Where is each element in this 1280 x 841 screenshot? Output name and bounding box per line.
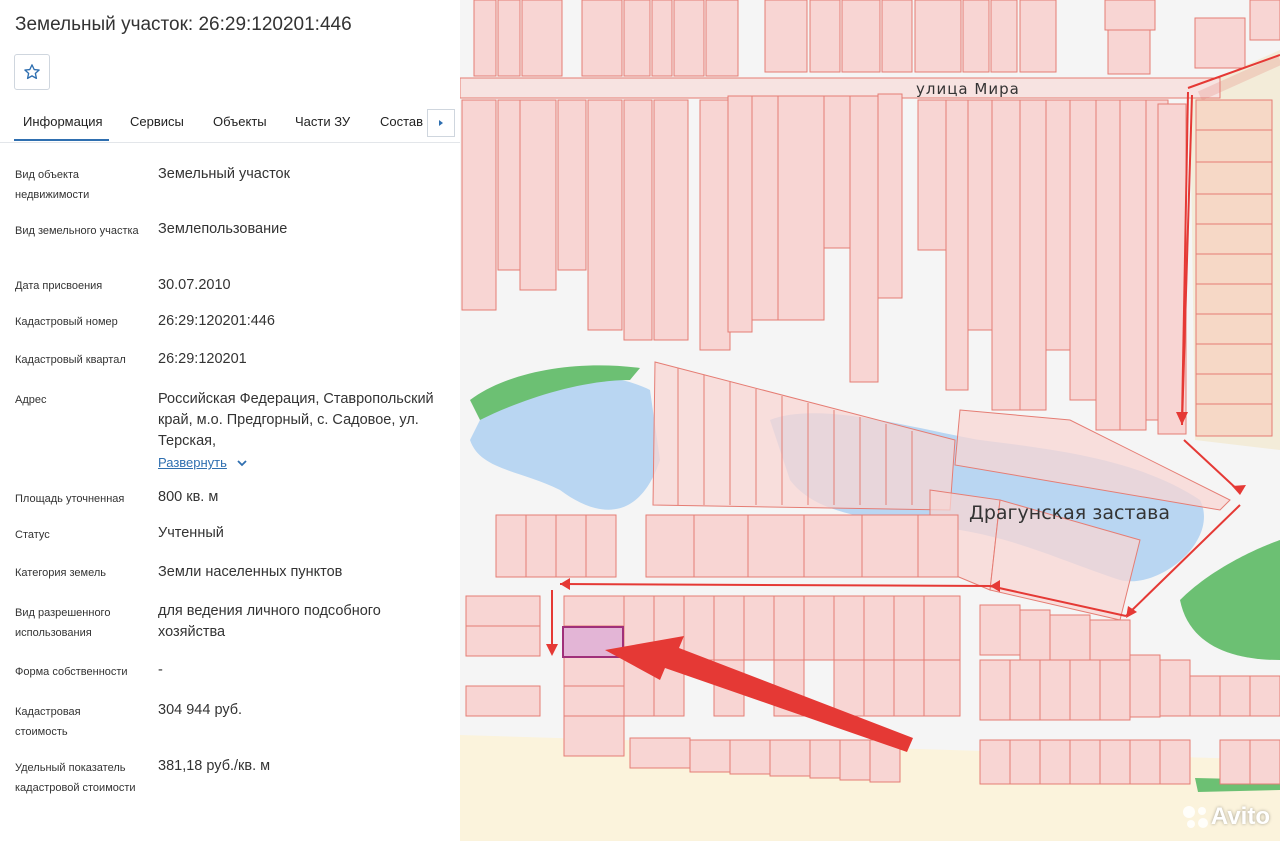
area-label: Драгунская застава — [969, 502, 1170, 524]
tab-composition[interactable]: Состав — [380, 114, 423, 129]
tab-bar: Информация Сервисы Объекты Части ЗУ Сост… — [0, 104, 460, 143]
chevron-right-icon — [439, 120, 443, 126]
ownership-form-label: Форма собственности — [15, 666, 128, 678]
watermark-text: Avito — [1210, 803, 1270, 830]
land-type-label: Вид земельного участка — [15, 225, 139, 237]
page-title: Земельный участок: 26:29:120201:446 — [15, 14, 352, 35]
tab-services[interactable]: Сервисы — [130, 114, 184, 129]
specific-value-value: 381,18 руб./кв. м — [158, 758, 271, 774]
land-category-label: Категория земель — [15, 567, 106, 579]
avito-logo-icon — [1182, 806, 1208, 828]
chevron-down-icon[interactable] — [236, 458, 248, 468]
land-type-value: Землепользование — [158, 221, 288, 237]
status-label: Статус — [15, 529, 50, 541]
cadastral-value-value: 304 944 руб. — [158, 702, 243, 718]
object-type-value: Земельный участок — [158, 166, 290, 182]
address-label: Адрес — [15, 394, 47, 406]
cadastral-quarter-value: 26:29:120201 — [158, 351, 247, 367]
tab-information[interactable]: Информация — [23, 114, 103, 129]
info-panel: Земельный участок: 26:29:120201:446 Инфо… — [0, 0, 460, 841]
ownership-form-value: - — [158, 662, 163, 678]
object-type-label: Вид объекта недвижимости — [15, 169, 90, 201]
assigned-date-label: Дата присвоения — [15, 280, 103, 292]
cadastral-number-value: 26:29:120201:446 — [158, 313, 275, 329]
area-label: Площадь уточненная — [15, 493, 125, 505]
cadastral-value-label: Кадастровая стоимость — [15, 706, 81, 738]
cadastral-map[interactable]: улица Мира Драгунская застава Avito — [460, 0, 1280, 841]
street-label: улица Мира — [916, 80, 1020, 98]
avito-watermark: Avito — [1181, 803, 1270, 831]
address-value: Российская Федерация, Ставропольский кра… — [158, 391, 434, 449]
tab-parcel-parts[interactable]: Части ЗУ — [295, 114, 350, 129]
star-icon — [24, 64, 40, 80]
cadastral-quarter-label: Кадастровый квартал — [15, 354, 126, 366]
cadastral-number-label: Кадастровый номер — [15, 316, 118, 328]
assigned-date-value: 30.07.2010 — [158, 277, 231, 293]
map-canvas: улица Мира Драгунская застава — [460, 0, 1280, 841]
area-value: 800 кв. м — [158, 489, 219, 505]
specific-value-label: Удельный показатель кадастровой стоимост… — [15, 762, 136, 794]
active-tab-indicator — [14, 139, 109, 141]
favorite-button[interactable] — [14, 54, 50, 90]
expand-address-link[interactable]: Развернуть — [158, 455, 227, 470]
tab-objects[interactable]: Объекты — [213, 114, 267, 129]
tabs-scroll-button[interactable] — [427, 109, 455, 137]
permitted-use-value: для ведения личного подсобного хозяйства — [158, 603, 381, 640]
permitted-use-label: Вид разрешенного использования — [15, 607, 111, 639]
status-value: Учтенный — [158, 525, 224, 541]
land-category-value: Земли населенных пунктов — [158, 564, 343, 580]
